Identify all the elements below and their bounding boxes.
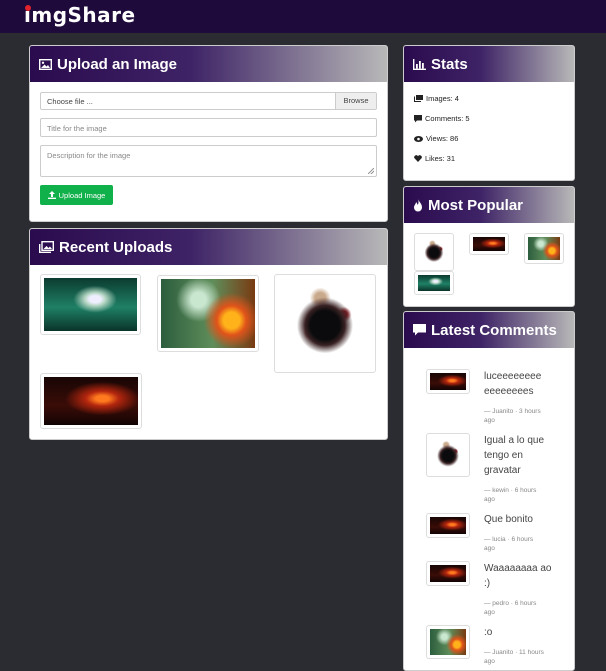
comment-text: :o [484,627,493,638]
recent-thumb-deer-fire-forest[interactable] [157,275,259,352]
upload-icon [47,191,56,199]
file-input-placeholder: Choose file ... [47,97,93,106]
comment-meta: — lucia · 6 hours ago [484,536,534,552]
thumb-image [418,275,450,291]
resize-grip[interactable] [368,168,374,174]
thumb-image [44,377,138,425]
brand-text: imgShare [24,3,136,27]
browse-button[interactable]: Browse [335,93,376,109]
comment-thumb[interactable] [426,433,470,477]
most-popular-title: Most Popular [428,196,524,214]
stat-images: Images: 4 [414,94,459,103]
upload-card: Upload an Image Choose file ... Browse T… [29,45,388,222]
fire-icon [414,198,422,211]
thumb-image [528,237,560,260]
thumb-image [430,517,466,534]
recent-uploads-header: Recent Uploads [30,229,387,265]
images-icon [39,241,54,253]
comment-meta: — Juanito · 11 hours ago [484,649,544,665]
comment-thumb[interactable] [426,625,470,659]
file-input[interactable]: Choose file ... Browse [40,92,377,110]
comment-meta: — pedro · 6 hours ago [484,600,537,616]
title-input[interactable]: Title for the image [40,118,377,137]
thumb-image [473,237,505,251]
comment-thumb[interactable] [426,561,470,586]
recent-thumb-fire-sparks[interactable] [40,373,142,429]
comment-icon [413,324,426,336]
most-popular-card: Most Popular [403,186,575,307]
stat-likes-text: Likes: 31 [425,154,456,163]
popular-thumb-fire-sparks[interactable] [469,233,509,255]
bar-chart-icon [413,58,426,70]
recent-thumb-raven-splash[interactable] [274,274,376,373]
upload-image-button[interactable]: Upload Image [40,185,113,205]
latest-comments-title: Latest Comments [431,321,557,339]
stat-images-text: Images: 4 [426,94,459,103]
stats-card: Stats Images: 4 Comments: 5 Views: 86 Li… [403,45,575,181]
comment-meta: — kewin · 6 hours ago [484,487,537,503]
thumb-image [430,437,466,473]
popular-thumb-deer-fire-forest[interactable] [524,233,564,264]
upload-button-label: Upload Image [58,190,106,200]
thumb-image [430,373,466,390]
stat-views-text: Views: 86 [426,134,459,143]
eye-icon [414,135,423,142]
images-icon [414,95,423,102]
stats-title: Stats [431,55,468,73]
comment-text: Waaaaaaaa ao :) [484,563,552,589]
comment-thumb[interactable] [426,369,470,394]
description-placeholder: Description for the image [47,151,131,160]
comment-thumb[interactable] [426,513,470,538]
popular-thumb-glowing-forest-tree[interactable] [414,271,454,295]
image-icon [39,58,52,70]
comment-text: Que bonito [484,514,533,525]
stats-header: Stats [404,46,574,82]
most-popular-header: Most Popular [404,187,574,223]
latest-comments-card: Latest Comments luceeeeeeee eeeeeeees — … [403,311,575,671]
latest-comments-header: Latest Comments [404,312,574,348]
thumb-image [161,279,255,348]
upload-card-header: Upload an Image [30,46,387,82]
thumb-image [430,565,466,582]
thumb-image [430,629,466,655]
title-input-placeholder: Title for the image [47,124,107,133]
comment-text: luceeeeeeee eeeeeeees [484,371,542,397]
thumb-image [278,278,372,369]
thumb-image [418,237,450,267]
comment-meta: — Juanito · 3 hours ago [484,408,541,424]
thumb-image [44,278,137,331]
top-navbar: imgShare [0,0,606,33]
comment-icon [414,114,422,122]
recent-uploads-title: Recent Uploads [59,238,173,256]
stat-views: Views: 86 [414,134,458,143]
upload-card-title: Upload an Image [57,55,178,73]
brand-dot [25,5,31,11]
description-textarea[interactable]: Description for the image [40,145,377,177]
recent-uploads-card: Recent Uploads [29,228,388,440]
recent-thumb-glowing-forest-tree[interactable] [40,274,141,335]
stat-comments: Comments: 5 [414,114,470,123]
brand-logo[interactable]: imgShare [24,3,136,27]
heart-icon [414,155,422,162]
popular-thumb-raven-splash[interactable] [414,233,454,271]
stat-likes: Likes: 31 [414,154,455,163]
stat-comments-text: Comments: 5 [425,114,470,123]
comment-text: Igual a lo que tengo en gravatar [484,435,545,476]
